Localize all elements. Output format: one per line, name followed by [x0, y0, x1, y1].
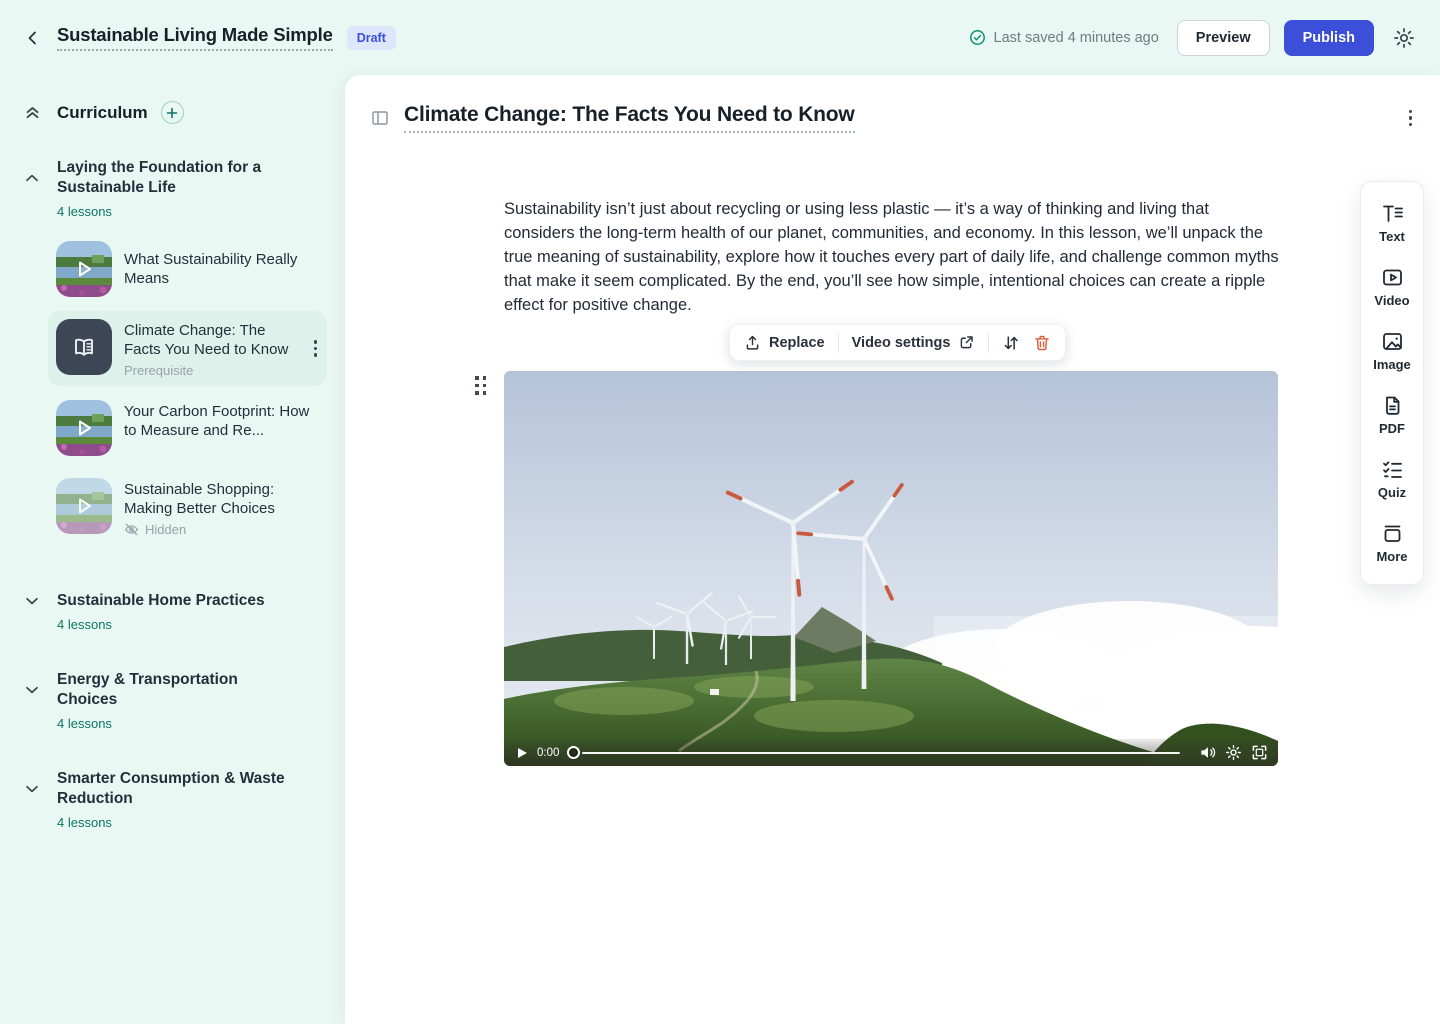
- insert-block-toolbar: Text Video Image PDF Quiz: [1360, 181, 1424, 585]
- lesson-row-video[interactable]: What Sustainability Really Means: [48, 233, 327, 305]
- section-title: Energy & Transportation Choices: [57, 670, 293, 710]
- playback-time: 0:00: [537, 747, 559, 759]
- scrubber-knob[interactable]: [567, 746, 580, 759]
- status-badge: Draft: [347, 26, 396, 50]
- collapse-all-icon[interactable]: [24, 104, 41, 121]
- toolbar-divider: [838, 333, 839, 353]
- lesson-page-title[interactable]: Climate Change: The Facts You Need to Kn…: [404, 103, 855, 133]
- header-actions: Last saved 4 minutes ago Preview Publish: [969, 20, 1416, 56]
- curriculum-sidebar: Curriculum Laying the Foundation for a S…: [0, 75, 345, 1024]
- play-overlay-icon: [56, 478, 112, 534]
- curriculum-header: Curriculum: [0, 101, 345, 124]
- video-block-toolbar: Replace Video settings: [729, 324, 1066, 361]
- text-icon: [1381, 202, 1404, 225]
- lesson-row-video[interactable]: Your Carbon Footprint: How to Measure an…: [48, 392, 327, 464]
- curriculum-section: Smarter Consumption & Waste Reduction 4 …: [0, 769, 345, 830]
- delete-block-icon[interactable]: [1033, 334, 1051, 352]
- settings-gear-icon[interactable]: [1392, 26, 1416, 50]
- lesson-thumbnail: [56, 319, 112, 375]
- quiz-icon: [1381, 458, 1404, 481]
- publish-button[interactable]: Publish: [1284, 20, 1374, 56]
- autosave-status: Last saved 4 minutes ago: [969, 29, 1159, 46]
- video-controls-bar: 0:00: [504, 739, 1278, 766]
- chevron-down-icon[interactable]: [24, 682, 40, 698]
- section-lesson-count: 4 lessons: [57, 617, 345, 632]
- lesson-intro-paragraph[interactable]: Sustainability isn’t just about recyclin…: [504, 197, 1280, 317]
- lesson-list: What Sustainability Really Means Climate…: [0, 233, 345, 545]
- add-section-button[interactable]: [161, 101, 184, 124]
- lesson-row-video-hidden[interactable]: Sustainable Shopping: Making Better Choi…: [48, 470, 327, 545]
- insert-text-button[interactable]: Text: [1361, 190, 1423, 254]
- play-overlay-icon: [56, 400, 112, 456]
- course-title[interactable]: Sustainable Living Made Simple: [57, 24, 333, 51]
- insert-video-button[interactable]: Video: [1361, 254, 1423, 318]
- insert-quiz-button[interactable]: Quiz: [1361, 446, 1423, 510]
- play-icon[interactable]: [518, 748, 527, 758]
- insert-more-button[interactable]: More: [1361, 510, 1423, 574]
- lesson-editor-canvas: Climate Change: The Facts You Need to Kn…: [345, 75, 1440, 1024]
- toggle-sidebar-icon[interactable]: [371, 109, 389, 127]
- back-icon[interactable]: [24, 29, 42, 47]
- lesson-header: Climate Change: The Facts You Need to Kn…: [345, 75, 1440, 133]
- check-circle-icon: [969, 29, 986, 46]
- preview-button[interactable]: Preview: [1177, 20, 1270, 56]
- chevron-down-icon[interactable]: [24, 781, 40, 797]
- course-builder-app: Sustainable Living Made Simple Draft Las…: [0, 0, 1440, 1024]
- section-lesson-count: 4 lessons: [57, 716, 345, 731]
- lesson-prerequisite-label: Prerequisite: [124, 363, 300, 378]
- curriculum-section: Sustainable Home Practices 4 lessons: [0, 591, 345, 632]
- curriculum-title: Curriculum: [57, 103, 148, 123]
- volume-icon[interactable]: [1199, 744, 1216, 761]
- section-header[interactable]: Laying the Foundation for a Sustainable …: [0, 158, 345, 198]
- video-settings-button[interactable]: Video settings: [852, 334, 976, 351]
- toolbar-divider: [988, 333, 989, 353]
- block-drag-handle[interactable]: [475, 376, 486, 395]
- section-title: Laying the Foundation for a Sustainable …: [57, 158, 293, 198]
- video-frame-wind-turbines: [504, 371, 1278, 766]
- insert-image-button[interactable]: Image: [1361, 318, 1423, 382]
- image-icon: [1381, 330, 1404, 353]
- lesson-title: Climate Change: The Facts You Need to Kn…: [124, 321, 300, 359]
- pdf-icon: [1381, 394, 1404, 417]
- section-header[interactable]: Smarter Consumption & Waste Reduction: [0, 769, 345, 809]
- section-title: Sustainable Home Practices: [57, 591, 293, 611]
- lesson-hidden-label: Hidden: [124, 522, 319, 537]
- eye-off-icon: [124, 522, 139, 537]
- replace-video-button[interactable]: Replace: [744, 334, 825, 351]
- section-lesson-count: 4 lessons: [57, 204, 345, 219]
- progress-track[interactable]: [582, 752, 1180, 754]
- play-overlay-icon: [56, 241, 112, 297]
- more-blocks-icon: [1381, 522, 1404, 545]
- reorder-arrows-icon[interactable]: [1002, 334, 1020, 352]
- lesson-thumbnail: [56, 241, 112, 297]
- lesson-options-kebab-icon[interactable]: [1407, 108, 1415, 129]
- chevron-up-icon[interactable]: [24, 170, 40, 186]
- video-icon: [1381, 266, 1404, 289]
- lesson-title: Sustainable Shopping: Making Better Choi…: [124, 480, 319, 518]
- section-lesson-count: 4 lessons: [57, 815, 345, 830]
- lesson-thumbnail: [56, 478, 112, 534]
- section-header[interactable]: Sustainable Home Practices: [0, 591, 345, 611]
- book-icon: [69, 332, 99, 362]
- player-settings-icon[interactable]: [1225, 744, 1242, 761]
- external-link-icon: [958, 334, 975, 351]
- lesson-thumbnail: [56, 400, 112, 456]
- fullscreen-icon[interactable]: [1251, 744, 1268, 761]
- curriculum-section: Energy & Transportation Choices 4 lesson…: [0, 670, 345, 731]
- top-bar: Sustainable Living Made Simple Draft Las…: [0, 0, 1440, 75]
- section-header[interactable]: Energy & Transportation Choices: [0, 670, 345, 710]
- last-saved-label: Last saved 4 minutes ago: [994, 30, 1159, 46]
- upload-icon: [744, 334, 761, 351]
- lesson-title: What Sustainability Really Means: [124, 250, 319, 288]
- lesson-title: Your Carbon Footprint: How to Measure an…: [124, 402, 319, 440]
- section-title: Smarter Consumption & Waste Reduction: [57, 769, 293, 809]
- video-player[interactable]: 0:00: [504, 371, 1278, 766]
- lesson-kebab-icon[interactable]: [312, 338, 320, 359]
- insert-pdf-button[interactable]: PDF: [1361, 382, 1423, 446]
- chevron-down-icon[interactable]: [24, 593, 40, 609]
- lesson-row-reading-selected[interactable]: Climate Change: The Facts You Need to Kn…: [48, 311, 327, 386]
- curriculum-section: Laying the Foundation for a Sustainable …: [0, 158, 345, 545]
